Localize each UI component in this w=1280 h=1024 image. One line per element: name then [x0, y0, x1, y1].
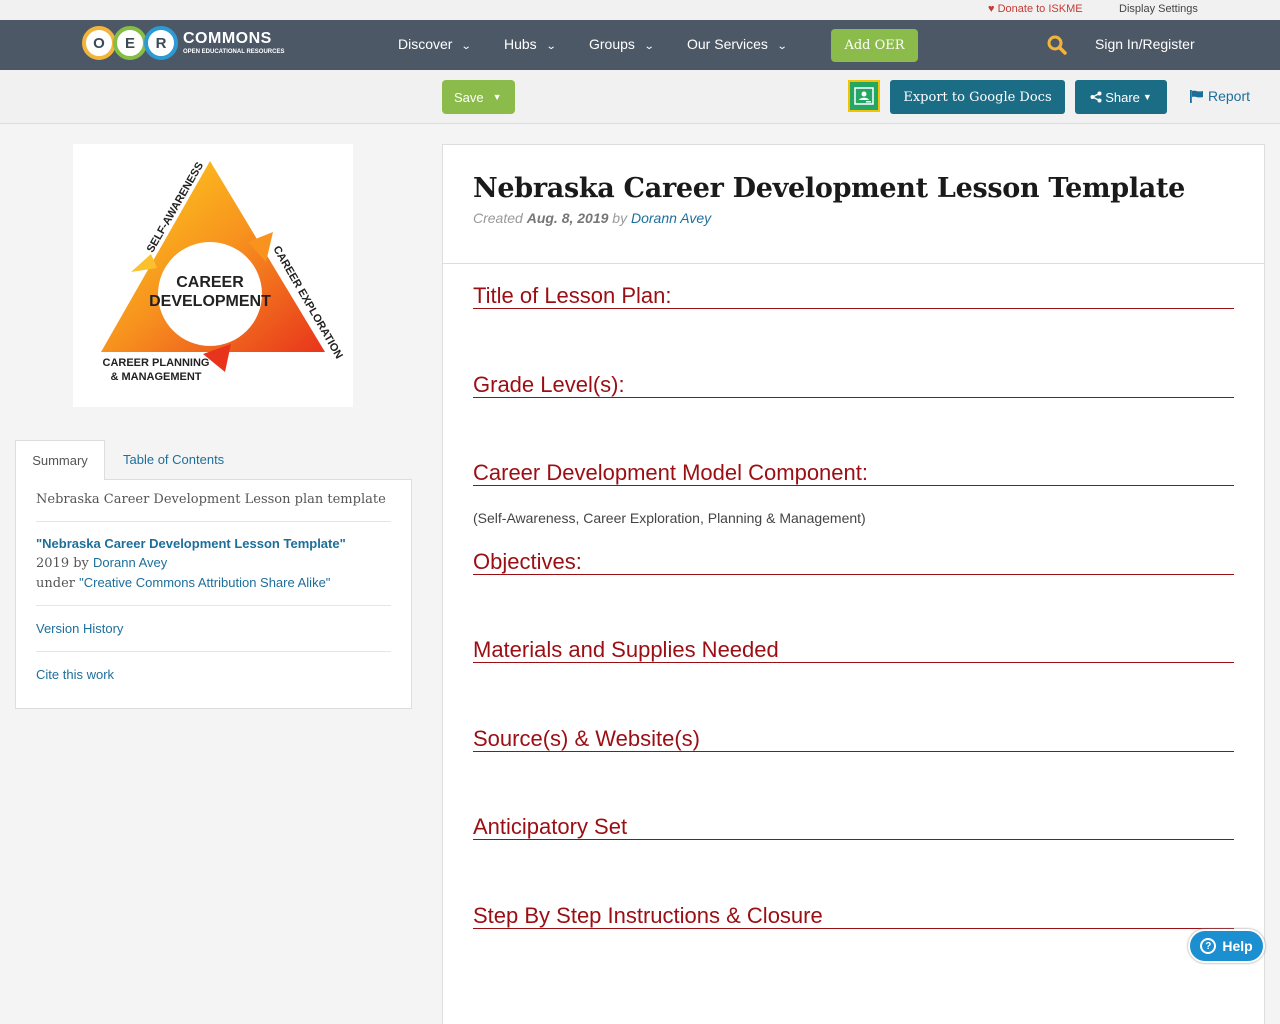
- tab-summary[interactable]: Summary: [15, 440, 105, 480]
- svg-text:CAREER: CAREER: [176, 274, 244, 291]
- nav-discover[interactable]: Discover ⌄: [398, 36, 473, 52]
- section-sources: Source(s) & Website(s): [473, 725, 1234, 814]
- summary-description: Nebraska Career Development Lesson plan …: [36, 480, 391, 522]
- oer-commons-logo[interactable]: O E R COMMONS OPEN EDUCATIONAL RESOURCES: [82, 26, 284, 60]
- version-history-link[interactable]: Version History: [36, 621, 123, 636]
- logo-name: COMMONS: [183, 30, 272, 47]
- section-heading: Objectives:: [473, 548, 1234, 575]
- section-anticipatory-set: Anticipatory Set: [473, 813, 1234, 902]
- search-icon[interactable]: [1047, 35, 1067, 55]
- tab-table-of-contents[interactable]: Table of Contents: [123, 452, 224, 467]
- logo-letter-e: E: [113, 26, 147, 60]
- svg-text:CAREER PLANNING: CAREER PLANNING: [103, 357, 210, 369]
- section-title-of-lesson: Title of Lesson Plan:: [473, 282, 1234, 371]
- sidebar-tabs: Summary Table of Contents: [15, 440, 412, 480]
- section-materials: Materials and Supplies Needed: [473, 636, 1234, 725]
- document-panel: Nebraska Career Development Lesson Templ…: [442, 144, 1265, 1024]
- created-date: Aug. 8, 2019: [526, 210, 609, 226]
- chevron-down-icon: ⌄: [461, 41, 473, 52]
- share-button[interactable]: Share ▼: [1075, 80, 1167, 114]
- chevron-down-icon: ⌄: [545, 41, 557, 52]
- section-model-component: Career Development Model Component: (Self…: [473, 459, 1234, 548]
- sign-in-register-link[interactable]: Sign In/Register: [1095, 36, 1195, 52]
- section-heading: Materials and Supplies Needed: [473, 636, 1234, 663]
- export-google-docs-button[interactable]: Export to Google Docs: [890, 80, 1065, 114]
- display-settings-link[interactable]: Display Settings: [1119, 3, 1198, 15]
- attribution-block: "Nebraska Career Development Lesson Temp…: [36, 522, 391, 606]
- section-heading: Career Development Model Component:: [473, 459, 1234, 486]
- section-heading: Source(s) & Website(s): [473, 725, 1234, 752]
- page-title: Nebraska Career Development Lesson Templ…: [473, 173, 1186, 204]
- help-button[interactable]: ? Help: [1188, 929, 1265, 963]
- google-classroom-icon[interactable]: [848, 80, 880, 112]
- cite-work-link[interactable]: Cite this work: [36, 667, 114, 682]
- document-content: Title of Lesson Plan: Grade Level(s): Ca…: [443, 264, 1264, 990]
- add-oer-button[interactable]: Add OER: [831, 29, 918, 62]
- section-heading: Anticipatory Set: [473, 813, 1234, 840]
- document-header: Nebraska Career Development Lesson Templ…: [443, 145, 1264, 264]
- svg-text:& MANAGEMENT: & MANAGEMENT: [110, 371, 201, 383]
- summary-panel: Nebraska Career Development Lesson plan …: [15, 479, 412, 709]
- section-body: (Self-Awareness, Career Exploration, Pla…: [473, 510, 866, 526]
- attribution-title[interactable]: "Nebraska Career Development Lesson Temp…: [36, 534, 391, 553]
- report-link[interactable]: Report: [1190, 88, 1250, 104]
- document-author-link[interactable]: Dorann Avey: [631, 210, 711, 226]
- flag-icon: [1190, 89, 1203, 103]
- main-navigation: O E R COMMONS OPEN EDUCATIONAL RESOURCES…: [0, 20, 1280, 70]
- caret-down-icon: ▼: [1142, 92, 1152, 102]
- save-button[interactable]: Save ▼: [442, 80, 515, 114]
- chevron-down-icon: ⌄: [776, 41, 788, 52]
- nav-our-services[interactable]: Our Services ⌄: [687, 36, 788, 52]
- svg-text:DEVELOPMENT: DEVELOPMENT: [149, 293, 271, 310]
- resource-toolbar: Save ▼ Export to Google Docs Share ▼ Repor…: [0, 70, 1280, 124]
- logo-tagline: OPEN EDUCATIONAL RESOURCES: [183, 49, 285, 55]
- license-link[interactable]: "Creative Commons Attribution Share Alik…: [79, 575, 330, 590]
- share-icon: [1090, 91, 1102, 103]
- nav-hubs[interactable]: Hubs ⌄: [504, 36, 557, 52]
- caret-down-icon: ▼: [492, 92, 502, 102]
- logo-letter-o: O: [82, 26, 116, 60]
- heart-icon: ♥: [988, 3, 995, 15]
- chevron-down-icon: ⌄: [643, 41, 655, 52]
- utility-bar: ♥ Donate to ISKME Display Settings: [0, 0, 1280, 20]
- logo-letter-r: R: [144, 26, 178, 60]
- section-heading: Step By Step Instructions & Closure: [473, 902, 1234, 929]
- attribution-author-link[interactable]: Dorann Avey: [93, 555, 167, 570]
- question-icon: ?: [1200, 938, 1217, 954]
- donate-link[interactable]: ♥ Donate to ISKME: [988, 3, 1083, 15]
- section-heading: Title of Lesson Plan:: [473, 282, 1234, 309]
- section-heading: Grade Level(s):: [473, 371, 1234, 398]
- document-meta: Created Aug. 8, 2019 by Dorann Avey: [473, 210, 712, 226]
- nav-groups[interactable]: Groups ⌄: [589, 36, 655, 52]
- resource-cover-image: CAREER DEVELOPMENT SELF-AWARENESS CAREER…: [73, 144, 353, 407]
- section-instructions: Step By Step Instructions & Closure: [473, 902, 1234, 991]
- section-objectives: Objectives:: [473, 548, 1234, 637]
- section-grade-level: Grade Level(s):: [473, 371, 1234, 460]
